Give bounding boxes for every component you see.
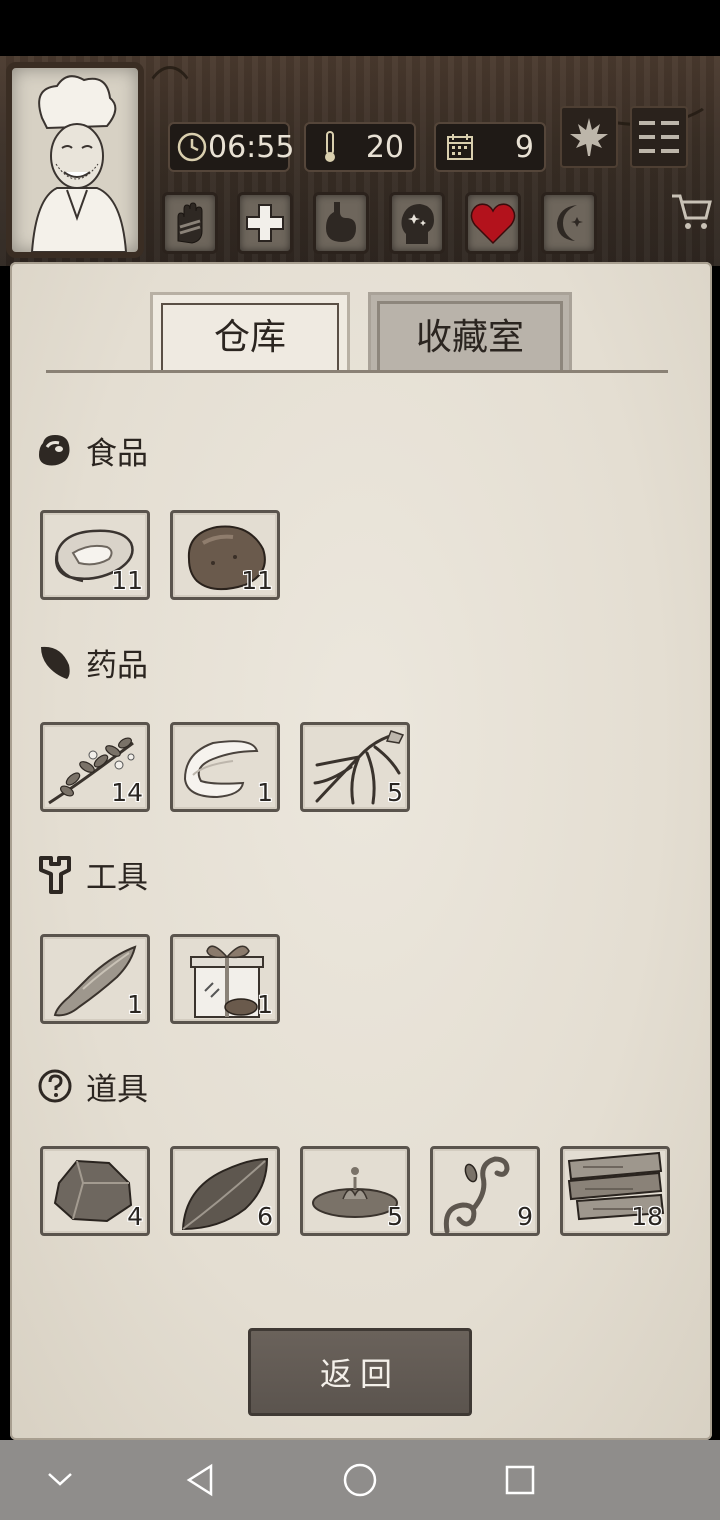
item-count: 6 — [257, 1202, 273, 1231]
nav-hide-button[interactable] — [40, 1460, 80, 1500]
item-slot-ginseng[interactable]: 5 — [300, 722, 410, 812]
shop-cart-button[interactable] — [668, 188, 714, 234]
section-food-label: 食品 — [86, 435, 148, 472]
item-count: 9 — [517, 1202, 533, 1231]
tab-divider — [46, 370, 668, 373]
item-slot-big-leaf[interactable]: 6 — [170, 1146, 280, 1236]
section-tools-header: 工具 — [36, 852, 148, 896]
home-circle-icon — [343, 1463, 377, 1497]
item-count: 11 — [111, 566, 143, 595]
item-count: 11 — [241, 566, 273, 595]
stomach-button[interactable] — [313, 192, 369, 254]
tab-collection[interactable]: 收藏室 — [368, 292, 572, 372]
maple-leaf-button[interactable] — [560, 106, 618, 168]
item-count: 18 — [631, 1202, 663, 1231]
cart-icon — [672, 194, 712, 229]
return-button[interactable]: 返回 — [248, 1328, 472, 1416]
item-slot-steak[interactable]: 11 — [40, 510, 150, 600]
wrench-icon — [36, 855, 74, 894]
leaf-icon — [36, 643, 74, 681]
maple-leaf-icon — [570, 118, 608, 156]
nav-home-button[interactable] — [340, 1460, 380, 1500]
calendar-icon — [442, 129, 478, 165]
temperature-value: 20 — [365, 129, 404, 165]
recents-square-icon — [505, 1465, 535, 1495]
item-slot-wood-planks[interactable]: 18 — [560, 1146, 670, 1236]
chevron-down-icon — [48, 1473, 72, 1486]
menu-button[interactable] — [630, 106, 688, 168]
tab-collection-label: 收藏室 — [415, 316, 524, 358]
time-display: 06:55 — [168, 122, 294, 172]
menu-list-icon — [639, 121, 679, 153]
item-count: 5 — [387, 1202, 403, 1231]
section-props-header: 道具 — [36, 1064, 148, 1108]
item-count: 1 — [257, 778, 273, 807]
hand-status-button[interactable] — [162, 192, 218, 254]
nav-recents-button[interactable] — [500, 1460, 540, 1500]
item-slot-gift-box[interactable]: 1 — [170, 934, 280, 1024]
section-medicine-label: 药品 — [86, 647, 148, 684]
back-triangle-icon — [186, 1463, 213, 1497]
item-count: 14 — [111, 778, 143, 807]
item-slot-potato[interactable]: 11 — [170, 510, 280, 600]
nav-back-button[interactable] — [180, 1460, 220, 1500]
section-props-label: 道具 — [86, 1071, 148, 1108]
item-slot-stone[interactable]: 4 — [40, 1146, 150, 1236]
tab-warehouse[interactable]: 仓库 — [150, 292, 350, 372]
item-count: 5 — [387, 778, 403, 807]
day-display: 9 — [434, 122, 546, 172]
item-count: 1 — [127, 990, 143, 1019]
temperature-display: 20 — [304, 122, 416, 172]
item-slot-herb[interactable]: 14 — [40, 722, 150, 812]
health-button[interactable] — [237, 192, 293, 254]
heart-icon — [470, 203, 516, 245]
section-tools-label: 工具 — [86, 859, 148, 896]
character-portrait[interactable] — [6, 62, 144, 258]
thermometer-icon — [312, 129, 348, 165]
meat-icon — [36, 431, 74, 469]
head-sparkle-icon — [401, 204, 434, 244]
item-slot-stone-blade[interactable]: 1 — [40, 934, 150, 1024]
sleep-button[interactable] — [541, 192, 597, 254]
item-slot-bandage[interactable]: 1 — [170, 722, 280, 812]
stomach-icon — [326, 202, 356, 242]
item-count: 4 — [127, 1202, 143, 1231]
return-button-label: 返回 — [319, 1355, 400, 1393]
tab-warehouse-label: 仓库 — [213, 316, 286, 358]
item-count: 1 — [257, 990, 273, 1019]
medical-cross-icon — [246, 204, 284, 242]
heart-button[interactable] — [465, 192, 521, 254]
moon-star-icon — [557, 205, 583, 241]
system-nav-bar — [0, 1440, 720, 1520]
time-value: 06:55 — [208, 129, 295, 165]
bandaged-hand-icon — [177, 202, 203, 244]
section-medicine-header: 药品 — [36, 640, 148, 684]
question-icon — [36, 1067, 74, 1105]
item-slot-mud[interactable]: 5 — [300, 1146, 410, 1236]
mind-button[interactable] — [389, 192, 445, 254]
day-value: 9 — [514, 129, 534, 165]
section-food-header: 食品 — [36, 428, 148, 472]
item-slot-vine[interactable]: 9 — [430, 1146, 540, 1236]
clock-icon — [176, 129, 208, 165]
